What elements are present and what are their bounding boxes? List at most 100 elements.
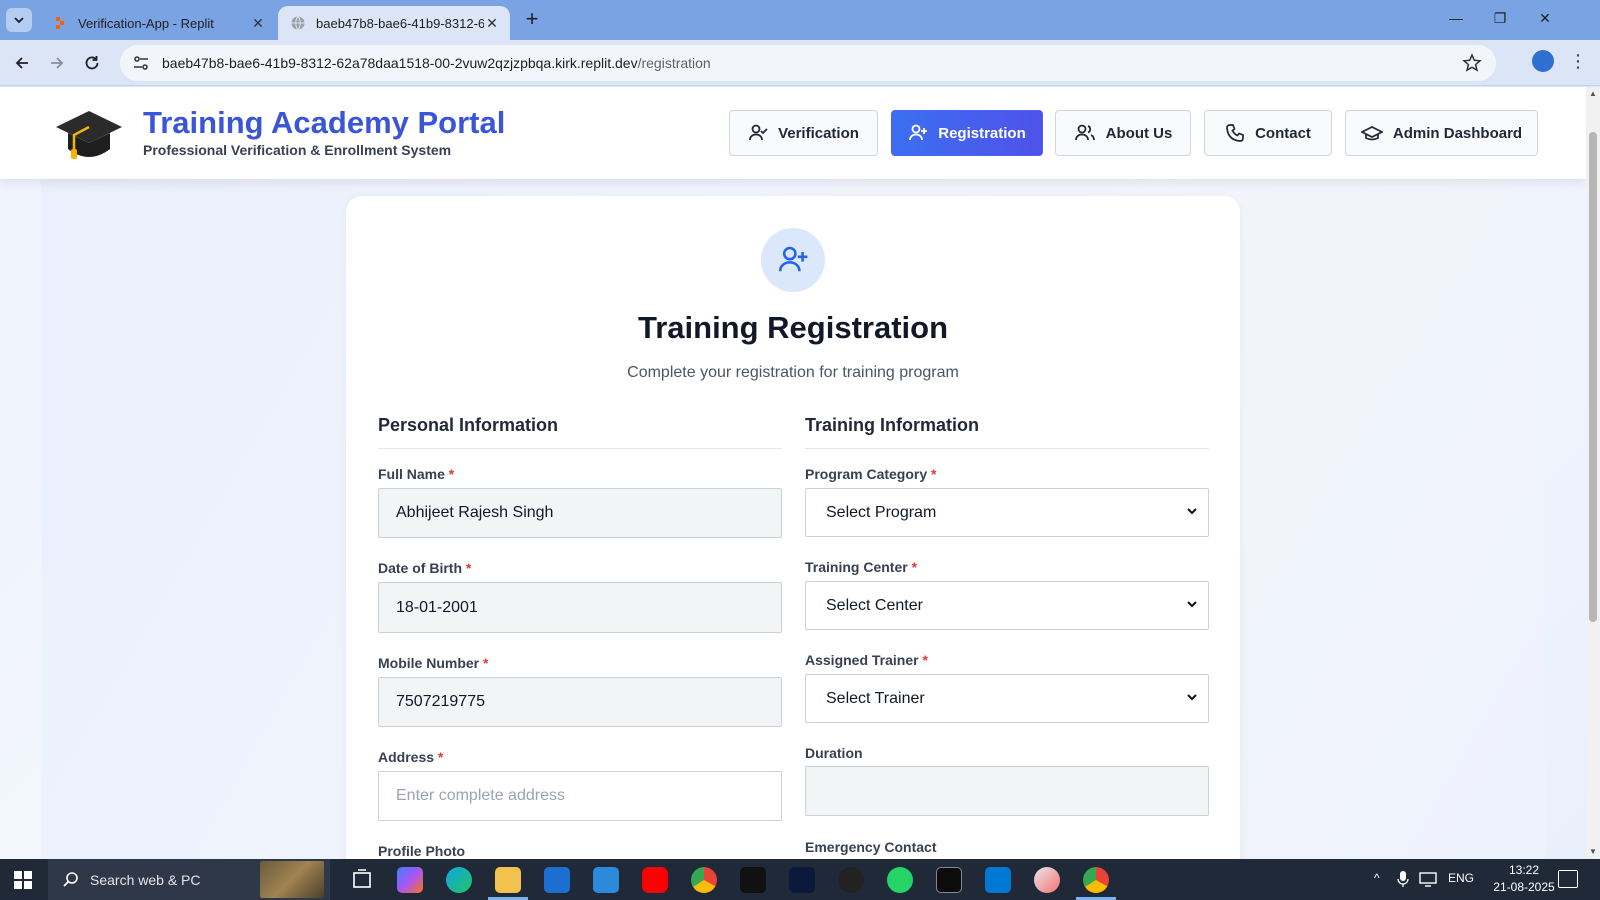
close-icon[interactable]: ✕ — [484, 15, 500, 32]
address-label: Address * — [378, 749, 443, 765]
user-plus-icon — [909, 124, 928, 141]
scroll-up-icon[interactable]: ▲ — [1588, 89, 1598, 99]
assigned-trainer-select[interactable]: Select Trainer — [805, 674, 1209, 723]
training-center-label: Training Center * — [805, 559, 917, 575]
task-view-icon[interactable] — [349, 867, 375, 893]
scroll-down-icon[interactable]: ▼ — [1588, 847, 1598, 857]
restore-icon[interactable]: ❐ — [1490, 10, 1510, 30]
label-text: Mobile Number — [378, 655, 480, 671]
select-value: Select Trainer — [826, 689, 925, 707]
youtube-icon[interactable] — [642, 867, 668, 893]
media-app-icon[interactable] — [838, 867, 864, 893]
close-icon[interactable]: ✕ — [250, 15, 266, 32]
nav-label: Verification — [778, 124, 859, 142]
program-category-select[interactable]: Select Program — [805, 488, 1209, 537]
url-path: /registration — [637, 55, 711, 71]
nav-contact-button[interactable]: Contact — [1204, 110, 1332, 156]
duration-field[interactable] — [805, 766, 1209, 816]
language-indicator[interactable]: ENG — [1448, 871, 1474, 885]
disney-hotstar-icon[interactable] — [789, 867, 815, 893]
outlook-icon[interactable] — [544, 867, 570, 893]
required-mark: * — [922, 652, 928, 668]
label-text: Full Name — [378, 466, 445, 482]
chevron-down-icon — [14, 17, 24, 24]
nav-registration-button[interactable]: Registration — [891, 110, 1043, 156]
copilot-icon[interactable] — [397, 867, 423, 893]
nav-verification-button[interactable]: Verification — [729, 110, 878, 156]
form-title: Training Registration — [637, 310, 949, 345]
chrome-profile-icon[interactable] — [691, 867, 717, 893]
label-text: Date of Birth — [378, 560, 462, 576]
chrome-icon[interactable] — [1083, 867, 1109, 893]
network-icon[interactable] — [1419, 871, 1437, 887]
site-title: Training Academy Portal — [143, 105, 506, 140]
microphone-icon[interactable] — [1397, 871, 1409, 887]
search-icon — [63, 871, 78, 887]
notification-center-icon[interactable] — [1558, 870, 1578, 888]
tab-registration[interactable]: baeb47b8-bae6-41b9-8312-62a78daa1518-00-… — [278, 6, 510, 40]
site-settings-icon[interactable] — [132, 54, 150, 72]
users-icon — [1074, 124, 1095, 141]
select-value: Select Program — [826, 503, 937, 521]
address-bar[interactable]: baeb47b8-bae6-41b9-8312-62a78daa1518-00-… — [120, 45, 1496, 81]
terminal-icon[interactable] — [936, 867, 962, 893]
browser-tab-bar: Verification-App - Replit ✕ baeb47b8-bae… — [0, 0, 1600, 40]
clock-date: 21-08-2025 — [1493, 880, 1555, 894]
program-category-label: Program Category * — [805, 466, 937, 482]
address-field[interactable]: Enter complete address — [378, 771, 782, 821]
tab-title: baeb47b8-bae6-41b9-8312-62a78daa1518-00-… — [316, 15, 484, 31]
control-panel-icon[interactable] — [593, 867, 619, 893]
reload-button[interactable] — [80, 51, 104, 75]
clock[interactable]: 13:22 21-08-2025 — [1484, 862, 1564, 896]
registration-badge — [761, 228, 825, 292]
full-name-label: Full Name * — [378, 466, 454, 482]
nav-label: About Us — [1105, 124, 1173, 142]
mobile-field[interactable]: 7507219775 — [378, 677, 782, 727]
page-scrollbar[interactable]: ▲ ▼ — [1586, 87, 1600, 859]
paint-icon[interactable] — [1034, 867, 1060, 893]
url-host: baeb47b8-bae6-41b9-8312-62a78daa1518-00-… — [162, 55, 638, 71]
more-menu-icon[interactable]: ⋮ — [1568, 52, 1588, 72]
new-tab-button[interactable]: + — [520, 8, 544, 32]
mobile-label: Mobile Number * — [378, 655, 488, 671]
whatsapp-icon[interactable] — [887, 867, 913, 893]
minimize-icon[interactable]: — — [1446, 10, 1466, 30]
profile-avatar[interactable] — [1532, 50, 1554, 72]
scrollbar-thumb[interactable] — [1589, 132, 1597, 622]
graduation-cap-icon — [1360, 126, 1383, 141]
chevron-up-icon[interactable]: ^ — [1374, 871, 1380, 885]
browser-toolbar: baeb47b8-bae6-41b9-8312-62a78daa1518-00-… — [0, 40, 1600, 86]
nav-label: Registration — [938, 124, 1026, 142]
vscode-icon[interactable] — [985, 867, 1011, 893]
user-plus-icon — [778, 246, 808, 272]
site-subtitle: Professional Verification & Enrollment S… — [143, 142, 452, 158]
section-training-heading: Training Information — [805, 415, 1209, 449]
bookmark-star-icon[interactable] — [1462, 53, 1482, 73]
clock-time: 13:22 — [1508, 863, 1540, 877]
tab-search-button[interactable] — [6, 8, 32, 32]
dob-field[interactable]: 18-01-2001 — [378, 582, 782, 633]
nav-admin-dashboard-button[interactable]: Admin Dashboard — [1345, 110, 1538, 156]
nav-label: Admin Dashboard — [1392, 124, 1523, 142]
select-value: Select Center — [826, 596, 923, 614]
sony-liv-icon[interactable] — [740, 867, 766, 893]
arrow-right-icon — [51, 57, 64, 69]
close-window-icon[interactable]: ✕ — [1535, 10, 1555, 30]
full-name-field[interactable]: Abhijeet Rajesh Singh — [378, 488, 782, 538]
training-center-select[interactable]: Select Center — [805, 581, 1209, 630]
back-button[interactable] — [10, 51, 34, 75]
chevron-down-icon — [1187, 508, 1197, 515]
edge-icon[interactable] — [446, 867, 472, 893]
windows-start-icon[interactable] — [14, 871, 32, 889]
replit-icon — [56, 17, 64, 29]
nav-about-button[interactable]: About Us — [1055, 110, 1191, 156]
file-explorer-icon[interactable] — [495, 867, 521, 893]
label-text: Address — [378, 749, 435, 765]
forward-button[interactable] — [45, 51, 69, 75]
globe-icon — [291, 16, 305, 30]
emergency-contact-label: Emergency Contact — [805, 839, 937, 855]
taskbar-search[interactable]: Search web & PC — [48, 859, 330, 900]
windows-taskbar: Search web & PC ^ ENG 13:22 21-08-2025 — [0, 859, 1600, 900]
tab-title: Verification-App - Replit — [78, 15, 214, 31]
tab-verification-app[interactable]: Verification-App - Replit ✕ — [40, 6, 276, 40]
